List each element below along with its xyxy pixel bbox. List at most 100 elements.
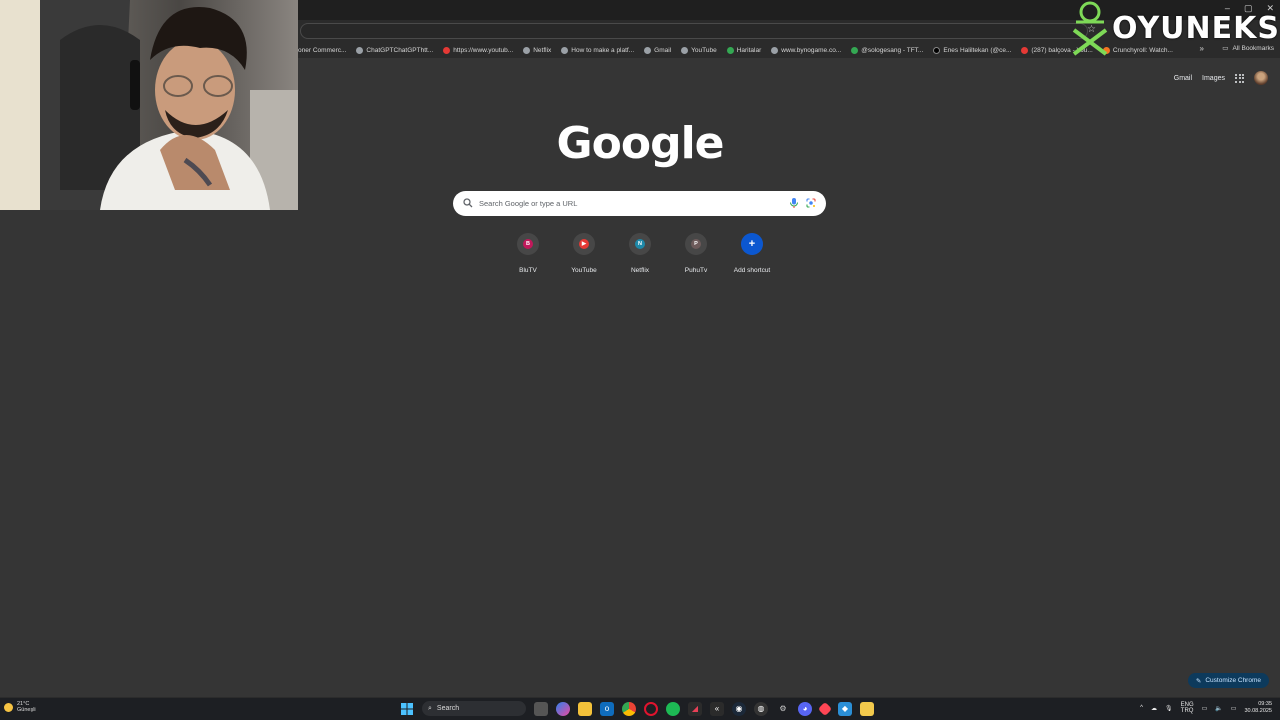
clock-date: 30.08.2025	[1244, 708, 1272, 714]
customize-chrome-button[interactable]: ✎ Customize Chrome	[1187, 673, 1269, 688]
bookmark-item[interactable]: Netflix	[523, 46, 552, 54]
bookmark-label: @sologesang - TFT...	[861, 46, 924, 54]
shortcut-tile[interactable]: N Netflix	[612, 233, 668, 274]
bookmark-label: YouTube	[691, 46, 717, 54]
bookmark-label: www.bynogame.co...	[781, 46, 842, 54]
gmail-link[interactable]: Gmail	[1174, 75, 1192, 82]
address-bar[interactable]	[300, 23, 1088, 39]
cloud-icon[interactable]: ☁	[1151, 705, 1157, 712]
screen: – ▢ ✕ ☆ oner Commerc... ChatGPTChatGPThtt…	[0, 0, 1280, 720]
valorant-icon[interactable]	[817, 701, 833, 716]
images-link[interactable]: Images	[1202, 75, 1225, 82]
shortcut-label: Netflix	[630, 267, 650, 274]
copilot-icon[interactable]	[556, 701, 570, 716]
taskbar-search[interactable]: ⌕ Search	[422, 701, 526, 716]
bookmark-label: Haritalar	[736, 46, 762, 54]
bookmark-favicon-icon	[644, 46, 652, 54]
monitor-icon[interactable]: ▭	[1202, 705, 1208, 712]
bookmark-item[interactable]: @sologesang - TFT...	[851, 46, 924, 54]
customize-chrome-label: Customize Chrome	[1205, 677, 1261, 684]
epic-games-icon[interactable]: «	[710, 701, 724, 716]
spotify-icon[interactable]	[666, 701, 680, 716]
language-indicator[interactable]: ENG TRQ	[1181, 702, 1194, 714]
bookmark-favicon-icon	[851, 46, 859, 54]
bookmark-favicon-icon	[356, 46, 364, 54]
microphone-icon[interactable]: 🎙	[1165, 705, 1173, 712]
clock-time: 09:35	[1258, 701, 1272, 707]
bookmark-label: Netflix	[533, 46, 552, 54]
shortcuts-row: B BluTV ▶ YouTube N Netflix P PuhuTv + Add shortc…	[500, 233, 780, 274]
steam-icon[interactable]: ◉	[732, 701, 746, 716]
search-input[interactable]	[479, 195, 779, 212]
bookmark-item[interactable]: How to make a platf...	[561, 46, 634, 54]
search-icon	[463, 198, 473, 208]
taskbar-apps: ⌕ Search o ◢ « ◉ ◍ ⚙ ◕ ◆	[400, 701, 874, 716]
bookmark-item[interactable]: oner Commerc...	[298, 47, 346, 54]
notes-icon[interactable]	[860, 701, 874, 716]
windows-start-icon[interactable]	[400, 702, 414, 716]
chevron-up-icon[interactable]: ^	[1140, 705, 1143, 711]
pencil-icon: ✎	[1195, 677, 1202, 685]
bookmark-favicon-icon	[561, 46, 569, 54]
google-apps-icon[interactable]	[1235, 73, 1244, 83]
shortcut-tile[interactable]: ▶ YouTube	[556, 233, 612, 274]
clock[interactable]: 09:35 30.08.2025	[1244, 701, 1272, 715]
shortcut-label: Add shortcut	[733, 267, 771, 274]
bookmark-label: Gmail	[654, 46, 672, 54]
search-box[interactable]	[453, 191, 826, 216]
vscode-icon[interactable]: ◆	[838, 701, 852, 716]
chrome-icon[interactable]	[622, 701, 636, 716]
sun-icon	[4, 702, 13, 712]
shortcut-icon: +	[741, 233, 763, 255]
shortcut-icon: P	[685, 233, 707, 255]
search-icon: ⌕	[428, 704, 432, 712]
bookmark-favicon-icon	[726, 46, 734, 54]
volume-icon[interactable]: 🔈	[1215, 705, 1222, 712]
bookmark-label: https://www.youtub...	[453, 46, 514, 54]
bookmark-item[interactable]: Gmail	[644, 46, 672, 54]
brand-watermark: OYUNEKS	[1068, 0, 1280, 56]
bookmark-item[interactable]: www.bynogame.co...	[771, 46, 842, 54]
outlook-icon[interactable]: o	[600, 701, 614, 716]
bookmark-favicon-icon	[681, 46, 689, 54]
keyboard-layout: TRQ	[1180, 708, 1194, 714]
battery-icon[interactable]: ▭	[1231, 705, 1237, 712]
system-tray: ^ ☁ 🎙 ENG TRQ ▭ 🔈 ▭ 09:35 30.08.2025	[1140, 701, 1272, 715]
opera-icon[interactable]	[644, 701, 658, 716]
discord-icon[interactable]: ◕	[798, 701, 812, 716]
bookmark-item[interactable]: ChatGPTChatGPThtt...	[356, 46, 433, 54]
profile-avatar[interactable]	[1254, 71, 1268, 85]
google-lens-icon[interactable]	[805, 197, 817, 209]
shortcut-favicon-icon: P	[691, 239, 701, 249]
bookmark-item[interactable]: Haritalar	[726, 46, 762, 54]
github-icon[interactable]: ◍	[754, 701, 768, 716]
microphone-icon[interactable]	[789, 197, 799, 209]
shortcut-icon: B	[517, 233, 539, 255]
shortcut-icon: N	[629, 233, 651, 255]
bookmark-favicon-icon	[771, 46, 779, 54]
shortcut-favicon-icon: B	[523, 239, 533, 249]
bookmark-item[interactable]: https://www.youtub...	[443, 46, 514, 54]
add-shortcut-button[interactable]: + Add shortcut	[724, 233, 780, 274]
webcam-overlay	[0, 0, 298, 210]
bookmark-item[interactable]: YouTube	[681, 46, 717, 54]
shortcut-tile[interactable]: P PuhuTv	[668, 233, 724, 274]
shortcut-label: YouTube	[571, 267, 597, 274]
bookmark-favicon-icon	[1021, 46, 1029, 54]
shortcut-tile[interactable]: B BluTV	[500, 233, 556, 274]
task-view-icon[interactable]	[534, 701, 548, 716]
bookmark-favicon-icon	[443, 46, 451, 54]
top-right-links: Gmail Images	[1174, 71, 1268, 85]
bookmark-item[interactable]: Enes Haliltekan (@ce...	[933, 46, 1012, 54]
shortcut-icon: ▶	[573, 233, 595, 255]
bookmark-favicon-icon	[933, 46, 941, 54]
settings-icon[interactable]: ⚙	[776, 702, 790, 716]
weather-desc: Güneşli	[17, 707, 36, 713]
bookmark-label: Enes Haliltekan (@ce...	[943, 46, 1012, 54]
shortcut-favicon-icon: N	[635, 239, 645, 249]
bookmark-label: oner Commerc...	[298, 46, 347, 54]
shortcut-label: PuhuTv	[684, 267, 708, 274]
riot-games-icon[interactable]: ◢	[688, 701, 702, 716]
file-explorer-icon[interactable]	[578, 701, 592, 716]
weather-widget[interactable]: 21°C Güneşli	[4, 701, 36, 713]
